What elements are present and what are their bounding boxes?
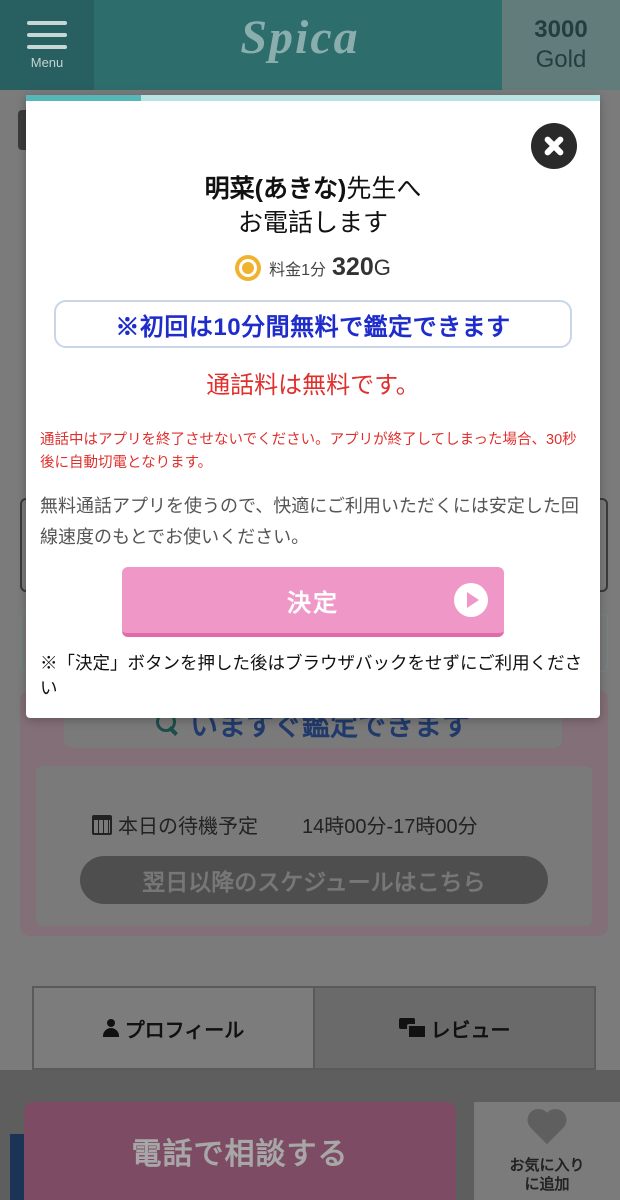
schedule-label: 本日の待機予定 [118,816,258,838]
hamburger-icon [27,20,67,49]
profile-tabs: プロフィール レビュー [32,986,596,1070]
confirm-button[interactable]: 決定 [122,567,504,637]
favorite-label-line1: お気に入り [509,1157,585,1174]
schedule-link-button[interactable]: 翌日以降のスケジュールはこちら [80,856,548,904]
background-image-edge [10,1134,24,1200]
calendar-icon [92,814,112,835]
user-icon [102,1019,119,1037]
advisor-name: 明菜(あきな) [204,175,347,203]
call-consult-button[interactable]: 電話で相談する [24,1102,456,1200]
connection-notice: 無料通話アプリを使うので、快適にご利用いただくには安定した回線速度のもとでお使い… [40,496,579,547]
call-confirm-modal: 明菜(あきな)先生へ お電話します 料金1分 320 G ※初回は10分間無料で鑑… [26,95,600,718]
fee-label: 料金1分 [269,261,327,279]
comments-icon [398,1018,427,1039]
add-favorite-button[interactable]: お気に入り に追加 [474,1102,620,1200]
app-logo[interactable]: Spica [200,10,400,65]
play-icon [454,583,488,617]
fee-value: 320 [332,253,374,281]
schedule-time: 14時00分-17時00分 [302,816,478,838]
fee-unit: G [373,254,391,280]
schedule-row: 本日の待機予定 14時00分-17時00分 [92,810,478,839]
title-line2: お電話します [237,209,388,237]
app-exit-warning: 通話中はアプリを終了させないでください。アプリが終了してしまった場合、30秒後に… [40,432,577,471]
schedule-card: 本日の待機予定 14時00分-17時00分 翌日以降のスケジュールはこちら [36,766,592,926]
free-trial-banner: ※初回は10分間無料で鑑定できます [54,300,572,348]
heart-icon [527,1110,567,1150]
progress-bar [26,95,600,101]
tab-profile-label: プロフィール [124,1019,245,1042]
browser-back-footnote: ※「決定」ボタンを押した後はブラウザバックをせずにご利用ください [40,653,583,698]
tab-review-label: レビュー [430,1019,511,1042]
coin-icon [235,254,262,281]
title-line1: 明菜(あきな)先生へ [26,172,600,206]
free-call-notice: 通話料は無料です。 [206,372,420,399]
modal-title: 明菜(あきな)先生へ お電話します [26,172,600,240]
fee-row: 料金1分 320 G [26,253,600,282]
app-header: Menu Spica 3000 Gold [0,0,620,90]
progress-fill [26,95,141,101]
favorite-label-line2: に追加 [524,1176,570,1193]
tab-review[interactable]: レビュー [315,986,596,1070]
favorite-label: お気に入り に追加 [509,1156,584,1194]
close-icon[interactable] [531,123,577,169]
title-suffix: 先生へ [346,175,422,203]
confirm-label: 決定 [287,589,339,617]
gold-unit: Gold [535,46,587,73]
menu-label: Menu [30,54,64,70]
menu-button[interactable]: Menu [0,0,94,90]
gold-amount: 3000 [534,16,588,43]
gold-balance[interactable]: 3000 Gold [502,0,620,90]
tab-profile[interactable]: プロフィール [32,986,315,1070]
